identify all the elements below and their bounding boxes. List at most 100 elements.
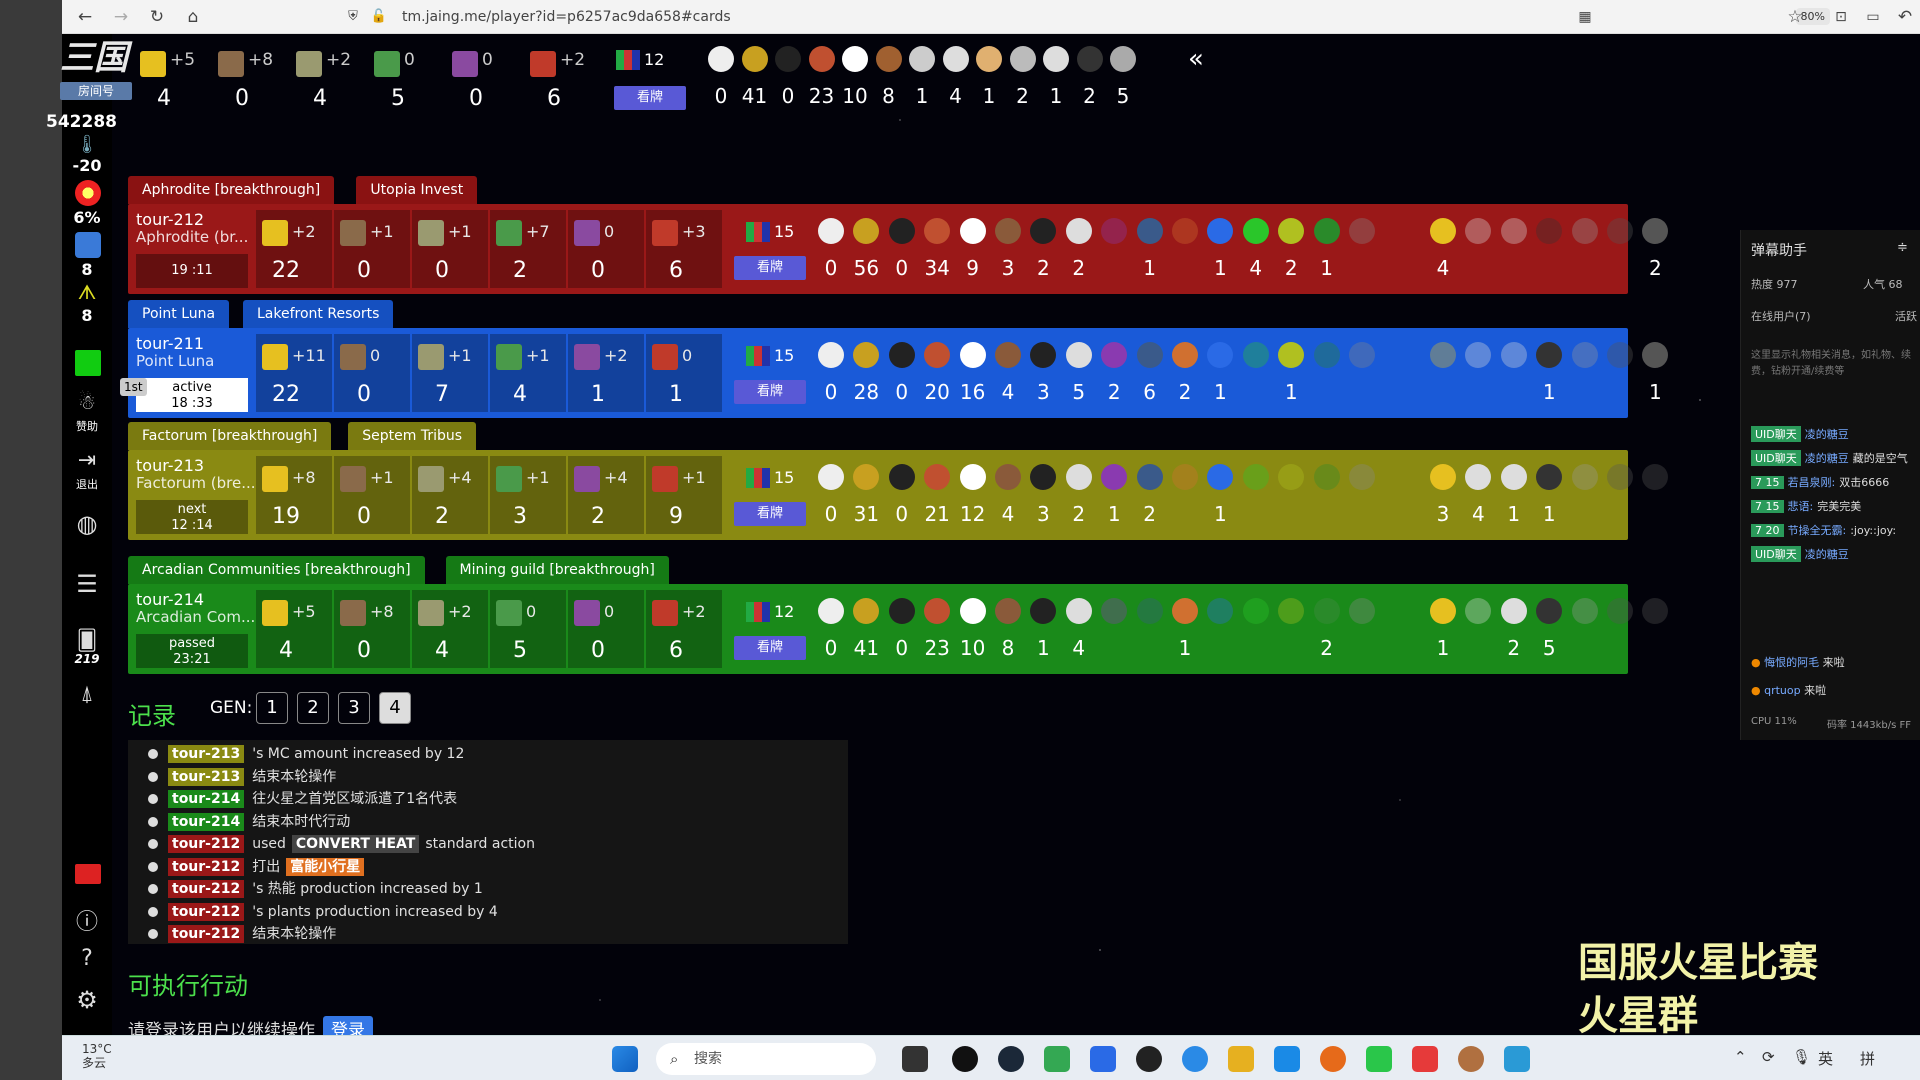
exit-icon[interactable]: ⇥	[62, 448, 112, 473]
folder-icon[interactable]	[1228, 1046, 1254, 1072]
view-cards-button[interactable]: 看牌	[614, 86, 686, 110]
gen-button-4[interactable]: 4	[379, 692, 411, 724]
view-cards-button[interactable]: 看牌	[734, 502, 806, 526]
photos-icon[interactable]	[1090, 1046, 1116, 1072]
tag-count: 2	[1016, 84, 1029, 108]
mars-app-icon[interactable]	[1458, 1046, 1484, 1072]
tag-count: 1	[1284, 380, 1298, 404]
sponsor-icon[interactable]: ☃	[62, 390, 112, 414]
corp-tab-1[interactable]: Aphrodite [breakthrough]	[128, 176, 335, 204]
play-icon[interactable]	[1044, 1046, 1070, 1072]
address-bar[interactable]: tm.jaing.me/player?id=p6257ac9da658#card…	[402, 6, 731, 28]
online-users[interactable]: 在线用户(7)	[1751, 308, 1811, 324]
player-name[interactable]: tour-214	[136, 590, 204, 609]
tag-icon	[1571, 598, 1598, 624]
weather-widget[interactable]: 13°C 多云	[82, 1042, 112, 1070]
tag-count: 0	[895, 380, 909, 404]
mic-icon[interactable]: 🎙	[1792, 1048, 1811, 1066]
player-tag[interactable]: tour-214	[168, 812, 245, 831]
app-blue-icon[interactable]	[1274, 1046, 1300, 1072]
tag-count: 1	[1214, 380, 1227, 404]
taskbar-search[interactable]: 搜索	[656, 1043, 876, 1075]
tag-column	[1345, 594, 1379, 668]
china-flag-icon[interactable]	[75, 864, 101, 884]
player-name[interactable]: tour-213	[136, 456, 204, 475]
gen-button-1[interactable]: 1	[256, 692, 288, 724]
corp-tab-2[interactable]: Utopia Invest	[356, 176, 478, 204]
exit-label[interactable]: 退出	[62, 476, 112, 492]
settings-gear-icon[interactable]: ⚙	[62, 986, 112, 1014]
help-icon[interactable]: ?	[62, 946, 112, 971]
qr-icon[interactable]: ▦	[1574, 6, 1596, 28]
megacredit-production: +2	[292, 222, 316, 241]
corp-tab-1[interactable]: Point Luna	[128, 300, 230, 328]
tag-count: 0	[895, 502, 909, 526]
card-badge[interactable]: CONVERT HEAT	[291, 835, 420, 853]
tray-sync-icon[interactable]: ⟳	[1762, 1048, 1775, 1066]
notepad-icon[interactable]	[1504, 1046, 1530, 1072]
list-icon[interactable]: ☰	[62, 570, 112, 598]
ime-lang-2[interactable]: 拼	[1860, 1048, 1875, 1069]
player-tag[interactable]: tour-212	[168, 857, 245, 876]
view-cards-button[interactable]: 看牌	[734, 636, 806, 660]
view-cards-button[interactable]: 看牌	[734, 256, 806, 280]
tag-column: 5	[1532, 594, 1566, 668]
info-icon[interactable]: ⓘ	[62, 904, 112, 936]
tag-column: 1	[1532, 460, 1566, 534]
player-tag[interactable]: tour-212	[168, 925, 245, 943]
shield-icon[interactable]: ⛨	[342, 6, 364, 28]
player-tag[interactable]: tour-214	[168, 790, 245, 808]
card-badge[interactable]: 富能小行星	[286, 857, 365, 876]
lock-icon[interactable]: 🔓	[368, 6, 390, 28]
active-label[interactable]: 活跃	[1895, 308, 1917, 324]
resource-heat: +2 6	[524, 38, 600, 120]
home-icon[interactable]: ⌂	[182, 6, 204, 28]
firefox-icon[interactable]	[1320, 1046, 1346, 1072]
windows-start-icon[interactable]	[612, 1046, 638, 1072]
kugou-icon[interactable]	[1182, 1046, 1208, 1072]
tag-column: 3	[1026, 338, 1060, 412]
player-tag[interactable]: tour-213	[168, 767, 245, 786]
ime-lang-1[interactable]: 英	[1818, 1048, 1833, 1069]
gen-button-2[interactable]: 2	[297, 692, 329, 724]
corp-tab-2[interactable]: Septem Tribus	[348, 422, 477, 450]
gen-button-3[interactable]: 3	[338, 692, 370, 724]
qq-icon[interactable]	[952, 1046, 978, 1072]
corp-tab-1[interactable]: Factorum [breakthrough]	[128, 422, 332, 450]
player-name[interactable]: tour-212	[136, 210, 204, 229]
taskview-icon[interactable]	[902, 1046, 928, 1072]
player-tag[interactable]: tour-212	[168, 835, 245, 853]
tray-expand-icon[interactable]: ⌃	[1734, 1048, 1747, 1066]
view-cards-button[interactable]: 看牌	[734, 380, 806, 404]
rocket-icon[interactable]: ⍋	[62, 682, 112, 707]
cards-icon[interactable]: 🂠	[62, 628, 112, 652]
danmu-menu-icon[interactable]: ≑	[1897, 240, 1908, 255]
player-tag[interactable]: tour-212	[168, 880, 245, 898]
green-status-icon[interactable]	[75, 350, 101, 376]
sponsor-label[interactable]: 赞助	[62, 418, 112, 434]
player-tag[interactable]: tour-212	[168, 902, 245, 921]
globe-icon[interactable]: ◍	[62, 510, 112, 538]
crop-icon[interactable]: ⊡	[1830, 6, 1852, 28]
undo-icon[interactable]: ↶	[1894, 6, 1916, 28]
corp-tab-2[interactable]: Mining guild [breakthrough]	[445, 556, 669, 584]
steam-icon[interactable]	[998, 1046, 1024, 1072]
plant-icon	[496, 344, 522, 370]
reload-icon[interactable]: ↻	[146, 6, 168, 28]
wechat-icon[interactable]	[1366, 1046, 1392, 1072]
chat-icon[interactable]: ▭	[1862, 6, 1884, 28]
obs-icon[interactable]	[1136, 1046, 1162, 1072]
corp-tab-1[interactable]: Arcadian Communities [breakthrough]	[128, 556, 425, 584]
collapse-icon[interactable]: «	[1188, 44, 1204, 74]
player-tag[interactable]: tour-213	[168, 745, 245, 763]
tag-icon	[1065, 464, 1092, 490]
forward-icon[interactable]: →	[110, 6, 132, 28]
bookmark-star-icon[interactable]: ☆	[1784, 6, 1806, 28]
player-name[interactable]: tour-211	[136, 334, 204, 353]
back-icon[interactable]: ←	[74, 6, 96, 28]
heat-production: 0	[682, 346, 693, 365]
app-red-icon[interactable]	[1412, 1046, 1438, 1072]
game-log[interactable]: tour-213's MC amount increased by 12 tour…	[128, 740, 848, 944]
tag-count: 41	[853, 636, 880, 660]
corp-tab-2[interactable]: Lakefront Resorts	[243, 300, 394, 328]
